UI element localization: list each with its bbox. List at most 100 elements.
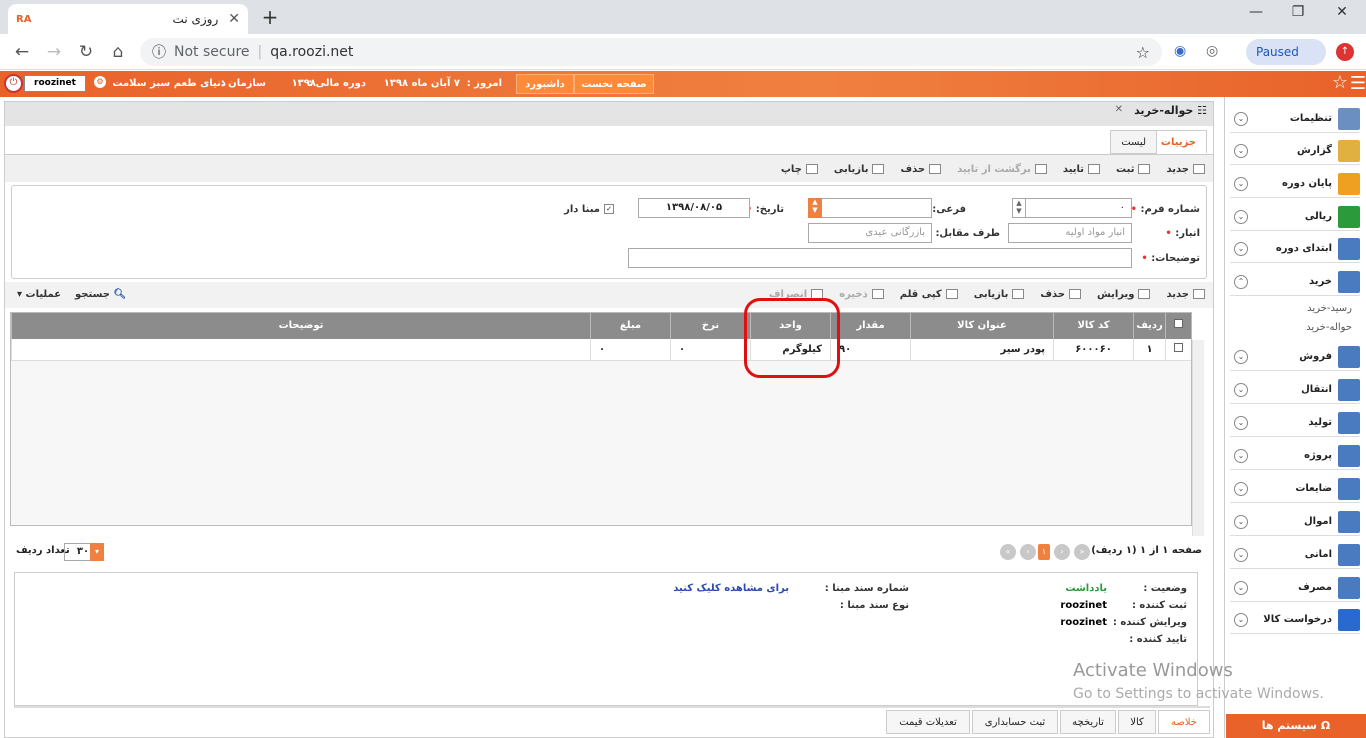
document-tab-title[interactable]: ☷ حواله-خرید	[1134, 104, 1207, 117]
dashboard-button[interactable]: داشبورد	[516, 74, 574, 94]
chevron-icon[interactable]: ⌄	[1234, 349, 1248, 364]
gridtb-item-4[interactable]: کپی قلم	[900, 289, 958, 300]
sidebar-item-14[interactable]: درخواست کالا ⌄	[1230, 606, 1360, 634]
sidebar-item-8[interactable]: تولید ⌄	[1230, 409, 1360, 437]
power-icon[interactable]: ⏻	[4, 74, 23, 93]
sidebar-item-5[interactable]: خرید ⌃	[1230, 268, 1360, 296]
gridtb-item-0[interactable]: جدید	[1166, 289, 1205, 300]
column-header-7[interactable]: توضیحات	[11, 313, 590, 339]
sidebar-item-4[interactable]: ابتدای دوره ⌄	[1230, 235, 1360, 263]
bottom-tab-4[interactable]: تعدیلات قیمت	[886, 710, 970, 734]
chevron-icon[interactable]: ⌄	[1234, 143, 1248, 158]
cell-desc[interactable]	[11, 339, 590, 361]
chevron-icon[interactable]: ⌄	[1234, 580, 1248, 595]
sidebar-subitem-0[interactable]: رسید-خرید	[1307, 303, 1352, 314]
cell-amount[interactable]: ۰	[590, 339, 670, 361]
new-tab-button[interactable]: +	[256, 5, 284, 31]
minimize-icon[interactable]: —	[1236, 4, 1276, 26]
chevron-icon[interactable]: ⌄	[1234, 209, 1248, 224]
star-icon[interactable]: ☆	[1136, 43, 1150, 62]
close-tab-icon[interactable]: ✕	[228, 11, 240, 27]
operations-menu[interactable]: ▾ عملیات	[17, 289, 61, 300]
gridtb-item-5[interactable]: ذخیره	[839, 289, 884, 300]
menu-icon[interactable]: ☰	[1348, 73, 1366, 94]
maintb-item-3[interactable]: برگشت از تایید	[957, 164, 1047, 175]
chevron-icon[interactable]: ⌄	[1234, 111, 1248, 126]
maintb-item-0[interactable]: جدید	[1166, 164, 1205, 175]
column-header-3[interactable]: مقدار	[830, 313, 910, 339]
form-number-stepper[interactable]: ▲ ▼	[1012, 198, 1026, 218]
warehouse-input[interactable]: انبار مواد اولیه	[1008, 223, 1132, 243]
gridtb-item-3[interactable]: بازیابی	[974, 289, 1025, 300]
maintb-item-5[interactable]: بازیابی	[834, 164, 885, 175]
first-page-icon[interactable]: »	[1074, 544, 1090, 560]
cell-row[interactable]: ۱	[1133, 339, 1165, 361]
current-page[interactable]: ۱	[1038, 544, 1050, 560]
close-doc-tab-icon[interactable]: ✕	[1115, 104, 1123, 115]
first-page-button[interactable]: صفحه نخست	[574, 74, 654, 94]
profile-paused-button[interactable]: Paused	[1246, 39, 1326, 65]
maintb-item-2[interactable]: تایید	[1063, 164, 1101, 175]
next-page-icon[interactable]: ‹	[1020, 544, 1036, 560]
cell-qty[interactable]: ۹۰	[830, 339, 910, 361]
gridtb-item-2[interactable]: حذف	[1040, 289, 1081, 300]
home-icon[interactable]: ⌂	[106, 42, 130, 62]
gridtb-item-1[interactable]: ویرایش	[1097, 289, 1151, 300]
chevron-icon[interactable]: ⌄	[1234, 612, 1248, 627]
url-bar[interactable]: ⓘ Not secure | qa.roozi.net ☆	[140, 38, 1162, 66]
party-input[interactable]: بازرگانی عیدی	[808, 223, 932, 243]
chevron-icon[interactable]: ⌄	[1234, 547, 1248, 562]
column-header-6[interactable]: مبلغ	[590, 313, 670, 339]
sidebar-item-2[interactable]: پایان دوره ⌄	[1230, 170, 1360, 198]
sub-stepper[interactable]: ▲ ▼	[808, 198, 822, 218]
column-header-0[interactable]: ردیف	[1133, 313, 1165, 339]
column-header-5[interactable]: نرخ	[670, 313, 750, 339]
last-page-icon[interactable]: «	[1000, 544, 1016, 560]
chevron-icon[interactable]: ⌃	[1234, 274, 1248, 289]
base-checkbox[interactable]: ✓	[604, 204, 614, 214]
page-size-dropdown-icon[interactable]: ▾	[90, 543, 104, 561]
user-box[interactable]: roozinet	[24, 75, 86, 92]
settings-small-icon[interactable]: ⚙	[94, 76, 106, 88]
grid-scrollbar[interactable]	[1192, 340, 1204, 536]
sidebar-item-0[interactable]: تنظیمات ⌄	[1230, 105, 1360, 133]
maintb-item-4[interactable]: حذف	[900, 164, 942, 175]
forward-icon[interactable]: →	[42, 42, 66, 62]
cell-title[interactable]: پودر سیر	[910, 339, 1053, 361]
prev-page-icon[interactable]: ›	[1054, 544, 1070, 560]
column-header-2[interactable]: عنوان کالا	[910, 313, 1053, 339]
extension2-icon[interactable]: ◎	[1206, 43, 1218, 59]
sidebar-item-1[interactable]: گزارش ⌄	[1230, 137, 1360, 165]
chevron-icon[interactable]: ⌄	[1234, 448, 1248, 463]
systems-button[interactable]: سیستم ها Ω	[1226, 714, 1366, 738]
restore-icon[interactable]: ❐	[1278, 4, 1318, 26]
sidebar-item-10[interactable]: ضایعات ⌄	[1230, 475, 1360, 503]
form-number-input[interactable]: ۰	[1012, 198, 1132, 218]
table-row[interactable]: ۱ ۶۰۰۰۶۰ پودر سیر ۹۰ کیلوگرم ۰ ۰	[11, 339, 1191, 361]
reload-icon[interactable]: ↻	[74, 42, 98, 62]
favorites-star-icon[interactable]: ☆	[1332, 72, 1348, 93]
sidebar-item-12[interactable]: امانی ⌄	[1230, 541, 1360, 569]
extension-icon[interactable]: ◉	[1174, 43, 1186, 59]
sub-input[interactable]	[808, 198, 932, 218]
date-input[interactable]: ۱۳۹۸/۰۸/۰۵	[638, 198, 750, 218]
sidebar-item-9[interactable]: پروژه ⌄	[1230, 442, 1360, 470]
search-button[interactable]: جستجو 🔍︎	[75, 289, 126, 300]
sidebar-item-3[interactable]: ریالی ⌄	[1230, 203, 1360, 231]
sidebar-item-13[interactable]: مصرف ⌄	[1230, 574, 1360, 602]
browser-tab[interactable]: RA روزی نت ✕	[8, 4, 248, 34]
sidebar-item-11[interactable]: اموال ⌄	[1230, 508, 1360, 536]
view-link[interactable]: برای مشاهده کلیک کنید	[673, 583, 789, 594]
bottom-tab-3[interactable]: ثبت حسابداری	[972, 710, 1058, 734]
chevron-icon[interactable]: ⌄	[1234, 241, 1248, 256]
sidebar-subitem-1[interactable]: حواله-خرید	[1306, 322, 1352, 333]
row-checkbox[interactable]	[1174, 343, 1183, 352]
select-all-checkbox[interactable]	[1174, 319, 1183, 328]
info-icon[interactable]: ⓘ	[152, 42, 166, 62]
bottom-tab-2[interactable]: تاریخچه	[1060, 710, 1116, 734]
sidebar-item-6[interactable]: فروش ⌄	[1230, 343, 1360, 371]
column-header-1[interactable]: کد کالا	[1053, 313, 1133, 339]
update-icon[interactable]: ↑	[1336, 43, 1354, 61]
chevron-icon[interactable]: ⌄	[1234, 382, 1248, 397]
bottom-tab-1[interactable]: کالا	[1118, 710, 1156, 734]
